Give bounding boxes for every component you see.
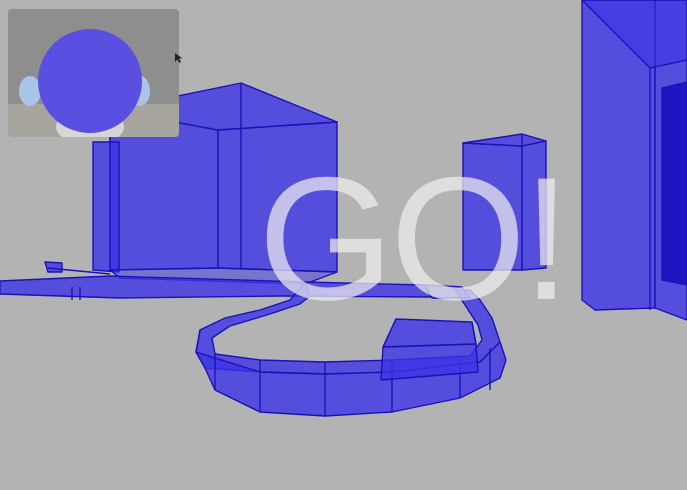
track-end-post — [44, 261, 63, 273]
game-viewport[interactable]: GO! — [0, 0, 687, 490]
face-blur-circle-icon — [38, 29, 142, 133]
webcam-feed — [8, 9, 179, 137]
go-countdown-text: GO! — [258, 142, 571, 337]
building-doorway — [661, 81, 687, 286]
webcam-overlay — [8, 9, 179, 137]
right-building-structure — [581, 0, 687, 321]
large-box-inner-wall — [92, 141, 120, 273]
mouse-pointer-icon — [175, 53, 183, 63]
